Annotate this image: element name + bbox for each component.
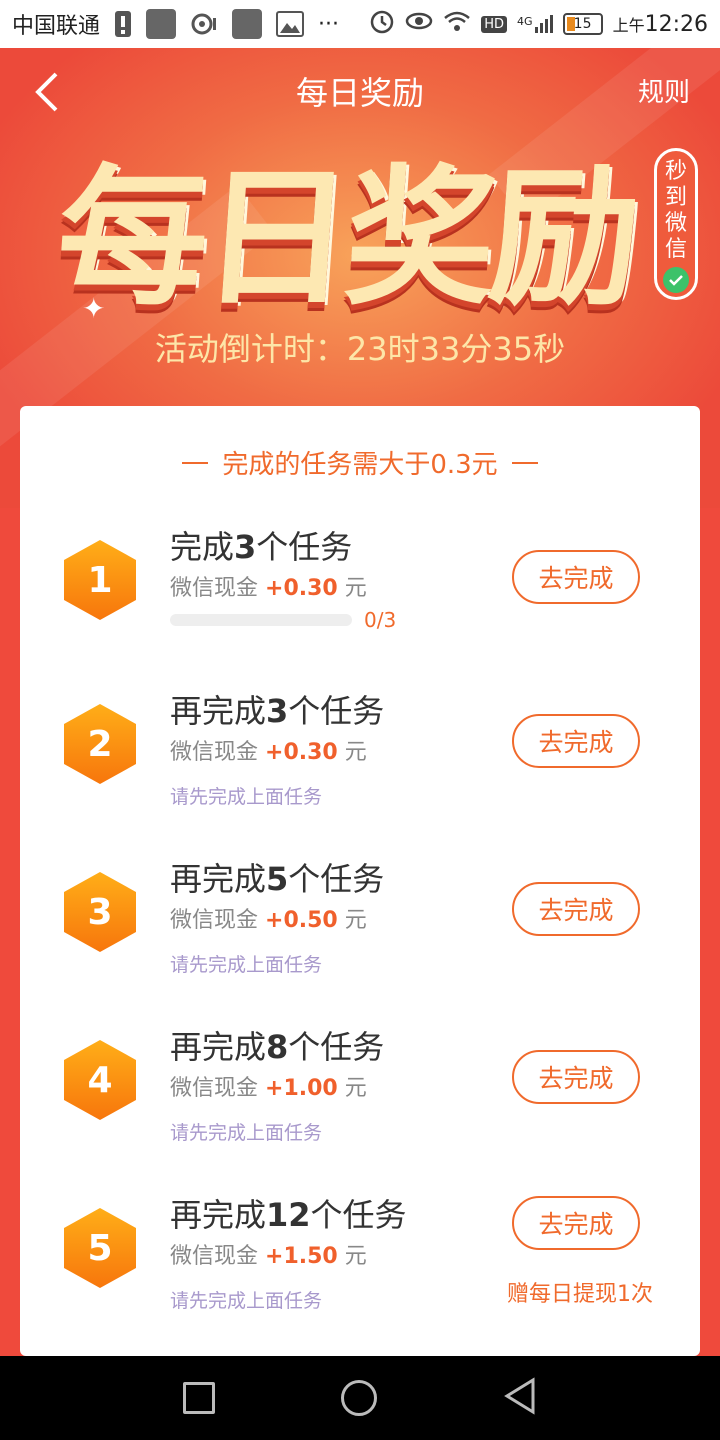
status-bar: 中国联通 ··· HD 4G 15 上午12:26 xyxy=(0,0,720,48)
task-reward: 微信现金 +0.30 元 xyxy=(170,576,367,601)
carrier-label: 中国联通 xyxy=(12,14,101,39)
card-header-text: 完成的任务需大于0.3元 xyxy=(222,450,498,480)
nav-bar: 每日奖励 规则 xyxy=(0,48,720,134)
task-number-badge: 5 xyxy=(64,1208,136,1288)
rules-link[interactable]: 规则 xyxy=(638,72,690,109)
go-complete-button[interactable]: 去完成 xyxy=(512,1196,640,1250)
bonus-label: 赠每日提现1次 xyxy=(507,1282,653,1307)
banner-title: 每 日 奖 励 xyxy=(52,144,658,334)
task-progress-bar xyxy=(170,614,352,626)
task-item: 2 再完成3个任务 微信现金 +0.30 元 请先完成上面任务 去完成 xyxy=(20,686,700,836)
back-nav-icon[interactable] xyxy=(503,1377,537,1419)
page-title: 每日奖励 xyxy=(295,74,424,112)
task-item: 3 再完成5个任务 微信现金 +0.50 元 请先完成上面任务 去完成 xyxy=(20,854,700,1004)
task-name: 再完成3个任务 xyxy=(170,692,385,730)
home-icon[interactable] xyxy=(341,1380,377,1416)
task-hint: 请先完成上面任务 xyxy=(170,786,323,808)
go-complete-button[interactable]: 去完成 xyxy=(512,882,640,936)
network-type: 4G xyxy=(517,15,533,28)
task-name: 再完成12个任务 xyxy=(170,1196,407,1234)
system-nav-bar xyxy=(0,1356,720,1440)
banner-char: 奖 xyxy=(339,152,497,326)
task-number-badge: 1 xyxy=(64,540,136,620)
divider xyxy=(182,461,209,464)
hd-badge: HD xyxy=(481,15,508,33)
go-complete-button[interactable]: 去完成 xyxy=(512,1050,640,1104)
check-icon xyxy=(663,267,689,293)
eye-icon xyxy=(405,11,433,37)
task-reward: 微信现金 +0.50 元 xyxy=(170,908,367,933)
sparkle-icon: ✦ xyxy=(82,292,106,325)
task-name: 完成3个任务 xyxy=(170,528,353,566)
task-hint: 请先完成上面任务 xyxy=(170,954,323,976)
task-number-badge: 2 xyxy=(64,704,136,784)
app-notification-icon-2 xyxy=(232,9,263,39)
task-reward: 微信现金 +1.00 元 xyxy=(170,1076,367,1101)
divider xyxy=(511,461,538,464)
task-name: 再完成5个任务 xyxy=(170,860,385,898)
wifi-icon xyxy=(443,10,471,38)
task-hint: 请先完成上面任务 xyxy=(170,1122,323,1144)
recent-apps-icon[interactable] xyxy=(183,1382,215,1414)
banner-char: 励 xyxy=(483,152,641,326)
task-item: 1 完成3个任务 微信现金 +0.30 元 0/3 去完成 xyxy=(20,522,700,672)
task-item: 4 再完成8个任务 微信现金 +1.00 元 请先完成上面任务 去完成 xyxy=(20,1022,700,1172)
task-card: 完成的任务需大于0.3元 1 完成3个任务 微信现金 +0.30 元 0/3 去… xyxy=(20,406,700,1356)
image-icon xyxy=(276,11,305,37)
instant-wechat-badge: 秒 到 微 信 xyxy=(654,148,698,300)
signal-icon: 4G xyxy=(517,15,553,33)
go-complete-button[interactable]: 去完成 xyxy=(512,550,640,604)
battery-level: 15 xyxy=(573,16,592,32)
task-number-badge: 3 xyxy=(64,872,136,952)
task-progress-text: 0/3 xyxy=(364,608,397,632)
task-reward: 微信现金 +0.30 元 xyxy=(170,740,367,765)
banner-char: 日 xyxy=(195,152,353,326)
banner-char: 每 xyxy=(51,152,209,326)
app-notification-icon xyxy=(146,9,177,39)
alert-icon xyxy=(114,10,132,38)
task-hint: 请先完成上面任务 xyxy=(170,1290,323,1312)
task-number-badge: 4 xyxy=(64,1040,136,1120)
task-reward: 微信现金 +1.50 元 xyxy=(170,1244,367,1269)
clock: 上午12:26 xyxy=(612,11,708,37)
go-complete-button[interactable]: 去完成 xyxy=(512,714,640,768)
battery-icon: 15 xyxy=(562,13,603,35)
card-header: 完成的任务需大于0.3元 xyxy=(20,444,700,481)
hotspot-icon xyxy=(190,10,218,38)
more-dots-icon: ··· xyxy=(318,11,339,37)
countdown-timer: 活动倒计时：23时33分35秒 xyxy=(154,330,566,368)
alarm-icon xyxy=(369,8,395,40)
back-icon[interactable] xyxy=(30,70,70,114)
task-name: 再完成8个任务 xyxy=(170,1028,385,1066)
task-item: 5 再完成12个任务 微信现金 +1.50 元 请先完成上面任务 去完成 赠每日… xyxy=(20,1190,700,1340)
